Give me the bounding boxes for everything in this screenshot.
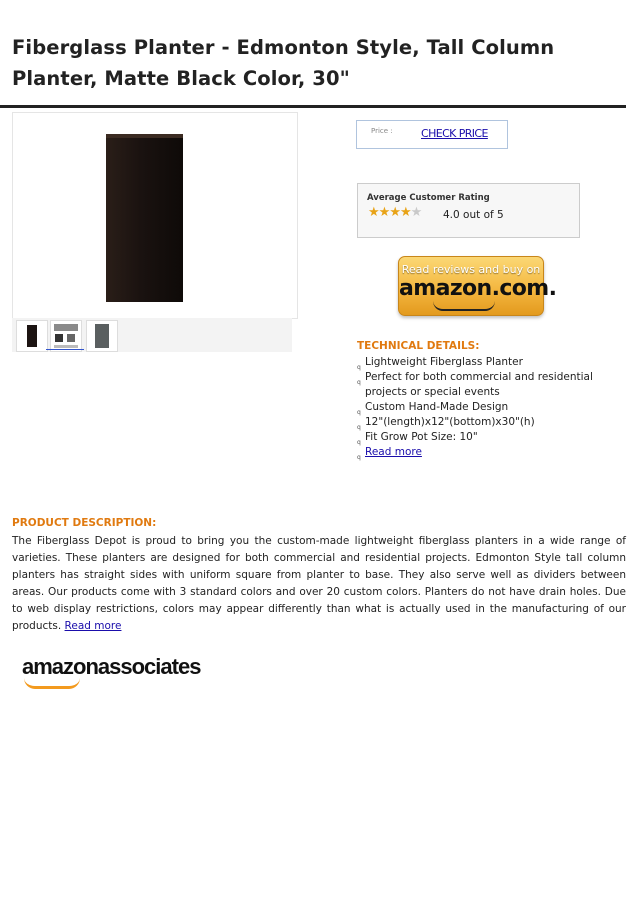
- technical-read-more-link[interactable]: Read more: [365, 446, 422, 458]
- star-full-icon: ★: [368, 205, 380, 220]
- price-label: Price :: [371, 127, 393, 135]
- price-box: Price : CHECK PRICE: [356, 120, 508, 149]
- star-full-icon: ★: [389, 205, 401, 220]
- list-item: q 12"(length)x12"(bottom)x30"(h): [357, 415, 607, 431]
- planter-rim: [106, 134, 183, 138]
- description-read-more-link[interactable]: Read more: [65, 620, 122, 632]
- thumbnail-strip: [12, 318, 292, 352]
- technical-details-heading: TECHNICAL DETAILS:: [357, 340, 480, 352]
- list-item: q Fit Grow Pot Size: 10": [357, 430, 607, 446]
- thumbnail-2[interactable]: [50, 320, 82, 352]
- list-item: q Custom Hand-Made Design: [357, 400, 607, 416]
- star-full-icon: ★: [378, 205, 391, 220]
- star-full-icon: ★: [399, 205, 412, 220]
- technical-details-list: q Lightweight Fiberglass Planter q Perfect…: [357, 355, 607, 461]
- star-empty-icon: ★: [410, 205, 423, 220]
- product-title: Fiberglass Planter - Edmonton Style, Tal…: [12, 32, 612, 94]
- list-item: q Read more: [357, 445, 607, 461]
- associates-logo-text: amazonassociates: [22, 654, 201, 679]
- product-title-line2: Planter, Matte Black Color, 30": [12, 67, 350, 90]
- product-description: The Fiberglass Depot is proud to bring y…: [12, 533, 626, 635]
- amazon-associates-logo: amazonassociates: [22, 654, 202, 689]
- thumbnail-link-underline: [46, 349, 84, 350]
- amazon-buy-button[interactable]: Read reviews and buy on amazon.com.: [398, 256, 557, 316]
- product-description-heading: PRODUCT DESCRIPTION:: [12, 517, 157, 529]
- main-product-image[interactable]: [12, 112, 298, 319]
- planter-image: [106, 134, 183, 302]
- bullet-icon: q: [357, 454, 361, 461]
- description-text: The Fiberglass Depot is proud to bring y…: [12, 535, 626, 632]
- rating-box: Average Customer Rating ★★★★★ 4.0 out of…: [357, 183, 580, 238]
- rating-stars: ★★★★★: [368, 205, 423, 220]
- amazon-logo-text: amazon.com.: [399, 276, 557, 301]
- check-price-link[interactable]: CHECK PRICE: [421, 127, 488, 140]
- rating-title: Average Customer Rating: [367, 193, 490, 203]
- amazon-button-caption: Read reviews and buy on: [401, 263, 541, 276]
- thumbnail-3[interactable]: [86, 320, 118, 352]
- list-item: q Perfect for both commercial and residen…: [357, 371, 593, 398]
- title-divider: [0, 105, 626, 108]
- associates-smile-icon: [24, 678, 80, 689]
- product-title-line1: Fiberglass Planter - Edmonton Style, Tal…: [12, 36, 555, 59]
- bullet-icon: q: [357, 379, 361, 386]
- thumbnail-1[interactable]: [16, 320, 48, 352]
- rating-text: 4.0 out of 5: [443, 209, 504, 221]
- amazon-smile-icon: [433, 301, 495, 311]
- list-item: q Lightweight Fiberglass Planter: [357, 355, 607, 371]
